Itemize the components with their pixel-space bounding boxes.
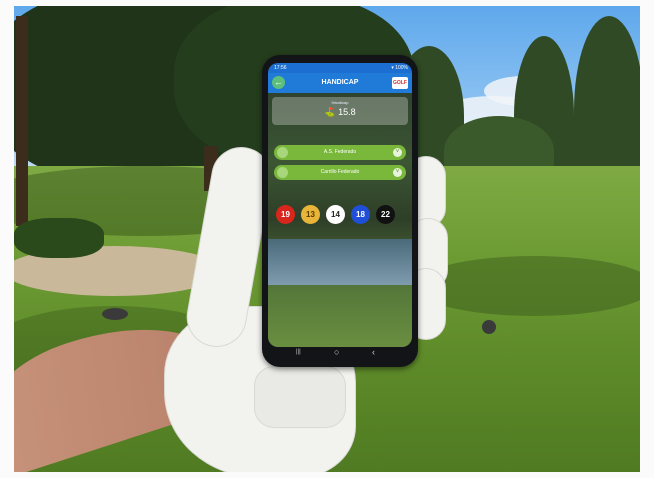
- tee-button-black[interactable]: 22: [376, 205, 395, 224]
- status-right: ▾ 100%: [391, 65, 408, 71]
- flag-icon: ⛳: [324, 107, 336, 117]
- chevron-down-icon[interactable]: ˅: [393, 168, 402, 177]
- home-button[interactable]: ○: [334, 347, 339, 357]
- handicap-card: Hándicap ⛳ 15.8: [272, 97, 408, 125]
- handicap-value: 15.8: [338, 107, 356, 117]
- page-title: HANDICAP: [321, 79, 359, 86]
- phone-screen: 17:56 ▾ 100% HANDICAP ← GOLF Hándicap ⛳ …: [268, 63, 412, 347]
- pond-background: [268, 239, 412, 285]
- status-time: 17:56: [274, 65, 287, 71]
- tee-button-red[interactable]: 19: [276, 205, 295, 224]
- status-bar: 17:56 ▾ 100%: [268, 63, 412, 73]
- handicap-label: Hándicap: [331, 100, 349, 105]
- tree-trunk: [16, 16, 28, 226]
- player-select-2[interactable]: Carrillo Federado ˅: [274, 165, 406, 180]
- chevron-down-icon[interactable]: ˅: [393, 148, 402, 157]
- recent-apps-button[interactable]: |||: [296, 349, 301, 355]
- tee-button-blue[interactable]: 18: [351, 205, 370, 224]
- image-frame: 17:56 ▾ 100% HANDICAP ← GOLF Hándicap ⛳ …: [0, 0, 654, 478]
- handicap-value-row: ⛳ 15.8: [272, 107, 408, 118]
- hedge: [14, 218, 104, 258]
- player-name: A.S. Federado: [323, 149, 357, 155]
- glove-strap: [254, 366, 346, 428]
- android-nav-bar: ||| ○ ‹: [268, 347, 412, 363]
- golf-logo: GOLF: [392, 77, 408, 89]
- app-bar: HANDICAP ← GOLF: [268, 73, 412, 93]
- back-button[interactable]: ‹: [372, 347, 375, 357]
- player-select-1[interactable]: A.S. Federado ˅: [274, 145, 406, 160]
- smartphone: 17:56 ▾ 100% HANDICAP ← GOLF Hándicap ⛳ …: [262, 55, 418, 367]
- tee-selector: 19 13 14 18 22: [268, 205, 412, 227]
- back-arrow-icon[interactable]: ←: [272, 76, 285, 89]
- tee-button-yellow[interactable]: 13: [301, 205, 320, 224]
- tee-button-white[interactable]: 14: [326, 205, 345, 224]
- golf-ball: [482, 320, 496, 334]
- divot: [102, 308, 128, 320]
- player-name: Carrillo Federado: [320, 169, 360, 175]
